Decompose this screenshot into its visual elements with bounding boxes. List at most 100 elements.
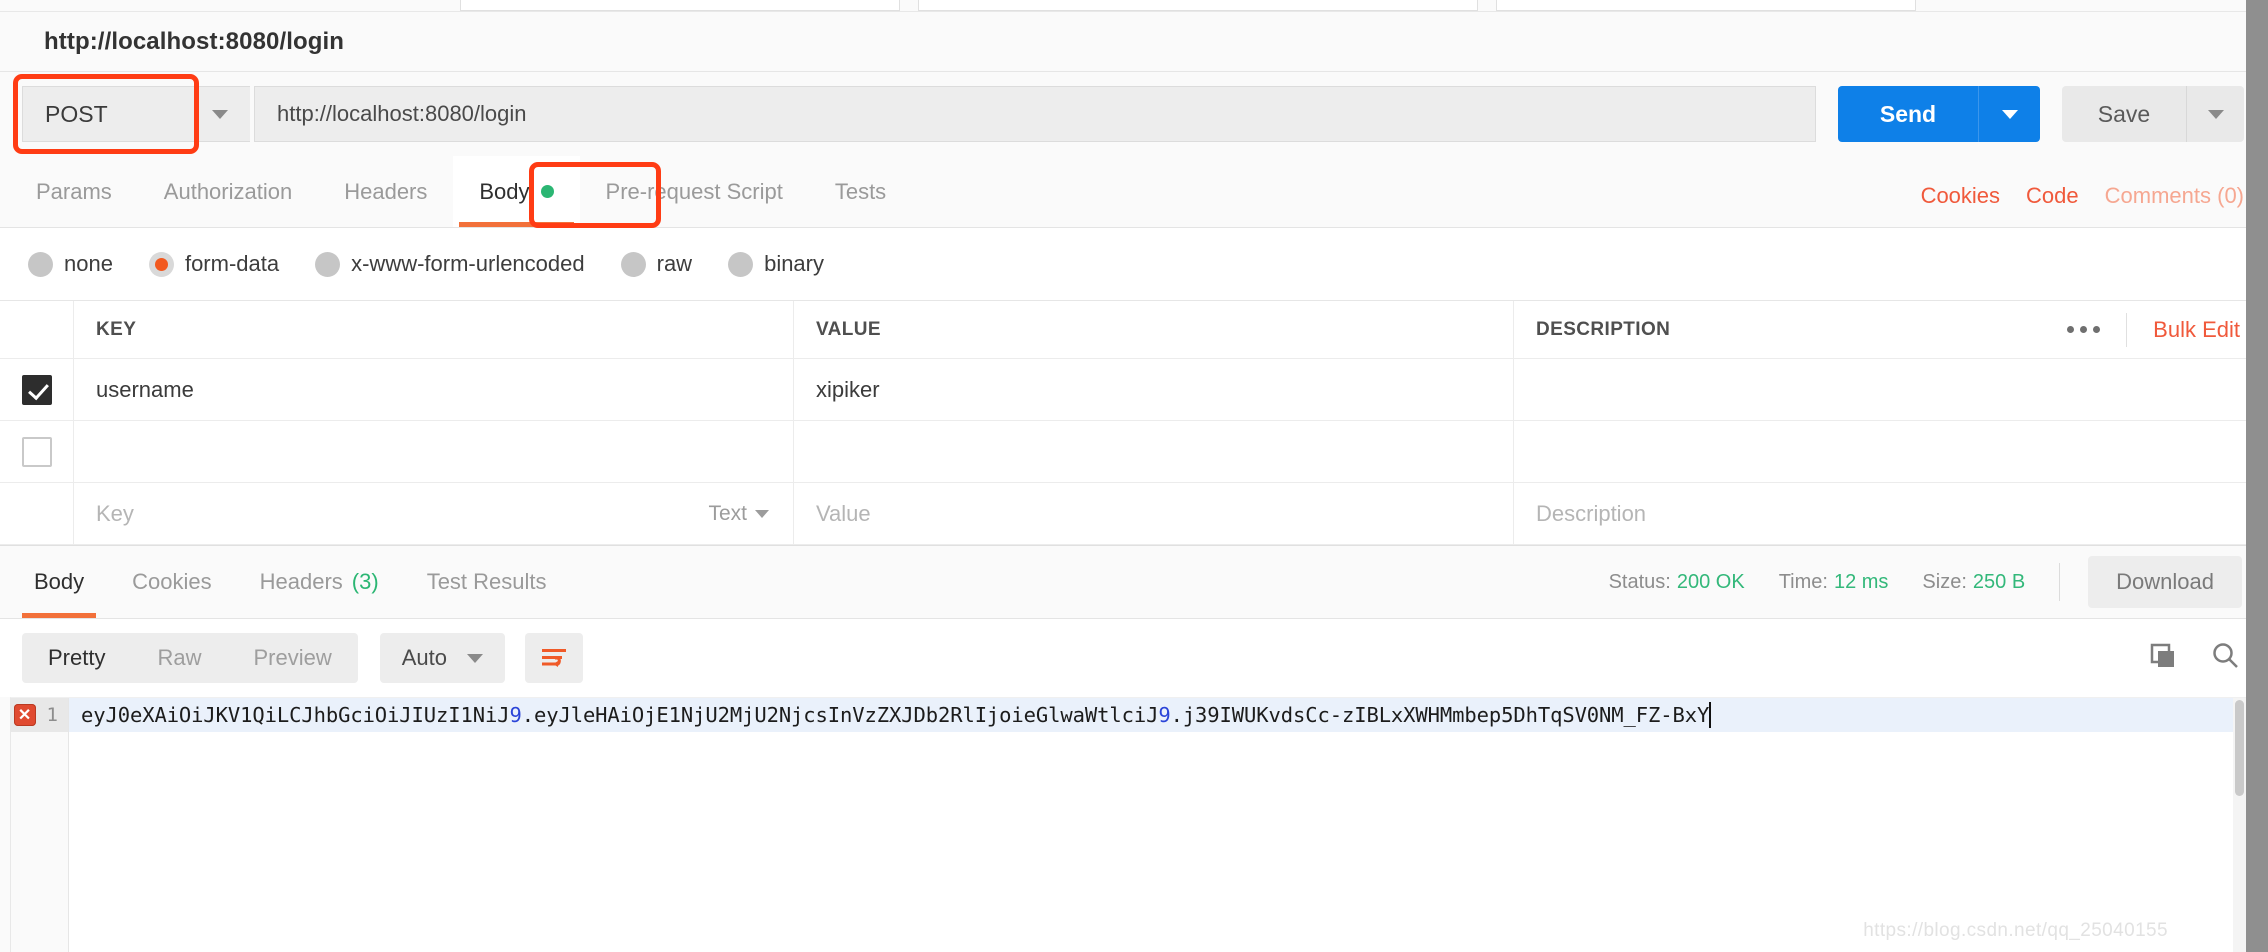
word-wrap-button[interactable] — [525, 633, 583, 683]
checkbox-icon[interactable] — [21, 436, 52, 467]
editor-vertical-scrollbar[interactable] — [2233, 698, 2246, 952]
body-present-indicator-icon — [540, 185, 554, 198]
view-mode-preview[interactable]: Preview — [227, 633, 357, 683]
error-marker-icon[interactable]: ✕ — [13, 704, 36, 726]
view-mode-raw[interactable]: Raw — [131, 633, 227, 683]
radio-icon — [28, 251, 53, 277]
radio-option-x-www-form-urlencoded[interactable]: x-www-form-urlencoded — [315, 251, 585, 277]
radio-label: raw — [656, 251, 693, 276]
time-value: 12 ms — [1833, 570, 1889, 593]
checkbox-checked-icon[interactable] — [21, 374, 52, 405]
radio-selected-icon — [148, 251, 174, 277]
view-mode-pretty[interactable]: Pretty — [22, 633, 131, 683]
editor-content[interactable]: eyJ0eXAiOiJKV1QiLCJhbGciOiJIUzI1NiJ 9 .eyJ… — [69, 698, 2246, 952]
response-tab-cookies[interactable]: Cookies — [108, 546, 235, 618]
format-selector[interactable]: Auto — [379, 633, 505, 683]
value-type-label: Text — [708, 501, 747, 525]
radio-icon — [315, 251, 341, 277]
search-icon[interactable] — [2210, 640, 2242, 677]
format-label: Auto — [401, 645, 447, 670]
tab-label: Headers — [344, 178, 428, 204]
save-button-group: Save — [2062, 86, 2244, 142]
tab-params[interactable]: Params — [10, 156, 138, 227]
word-wrap-icon — [542, 649, 566, 667]
url-bar: POST http://localhost:8080/login Send Sa… — [0, 72, 2268, 156]
view-mode-segmented-control: Pretty Raw Preview — [22, 633, 358, 683]
window-right-edge — [2246, 0, 2268, 952]
tab-label: Params — [36, 178, 112, 204]
copy-icon[interactable] — [2148, 641, 2178, 676]
token-payload-segment: .eyJleHAiOjE1NjU2MjU2NjcsInVzZXJDb2RlIjo… — [521, 703, 1159, 727]
method-value[interactable]: POST — [22, 86, 190, 142]
tab-remnant[interactable] — [460, 0, 900, 11]
request-tabs: Params Authorization Headers Body Pre-re… — [0, 156, 2268, 228]
new-row-checkbox-cell — [0, 483, 74, 544]
url-input[interactable]: http://localhost:8080/login — [254, 86, 1816, 142]
key-input[interactable]: Key — [96, 501, 134, 527]
tab-authorization[interactable]: Authorization — [138, 156, 318, 227]
radio-icon — [728, 251, 754, 277]
send-button[interactable]: Send — [1838, 86, 1978, 142]
send-options-button[interactable] — [1978, 86, 2040, 142]
response-tab-body[interactable]: Body — [10, 546, 108, 618]
cookies-link[interactable]: Cookies — [1921, 183, 2000, 209]
tab-remnant[interactable] — [918, 0, 1478, 11]
radio-option-none[interactable]: none — [28, 251, 113, 277]
headers-count-badge: (3) — [351, 569, 379, 594]
response-tab-headers[interactable]: Headers (3) — [236, 546, 403, 618]
download-button[interactable]: Download — [2088, 556, 2242, 608]
save-button[interactable]: Save — [2062, 86, 2186, 142]
table-new-row[interactable]: Key Text Value Description — [0, 483, 2268, 545]
divider — [2059, 563, 2061, 601]
method-dropdown-toggle[interactable] — [190, 86, 250, 142]
radio-option-form-data[interactable]: form-data — [148, 251, 280, 277]
row-key-value[interactable]: username — [96, 377, 194, 403]
token-separator-1: 9 — [509, 703, 522, 727]
radio-option-raw[interactable]: raw — [620, 251, 693, 277]
value-input[interactable]: Value — [816, 501, 871, 527]
tab-tests[interactable]: Tests — [809, 156, 912, 227]
token-signature-segment: .j39IWUKvdsCc-zIBLxXWHMmbep5DhTqSV0NM_FZ… — [1170, 703, 1710, 727]
tab-label: Authorization — [163, 178, 293, 204]
chevron-down-icon — [755, 509, 769, 518]
table-row[interactable] — [0, 421, 2268, 483]
tab-label: Cookies — [132, 569, 212, 594]
more-options-icon[interactable] — [2041, 312, 2128, 347]
comments-link[interactable]: Comments (0) — [2105, 183, 2244, 209]
token-separator-2: 9 — [1158, 703, 1171, 727]
row-checkbox-cell[interactable] — [0, 421, 74, 482]
radio-option-binary[interactable]: binary — [728, 251, 824, 277]
value-type-selector[interactable]: Text — [708, 502, 793, 526]
form-data-table: KEY VALUE DESCRIPTION Bulk Edit username… — [0, 300, 2268, 545]
column-header-key: KEY — [96, 318, 137, 340]
save-options-button[interactable] — [2186, 86, 2244, 142]
bulk-edit-link[interactable]: Bulk Edit — [2127, 317, 2240, 343]
tab-label: Test Results — [426, 569, 547, 594]
response-tab-test-results[interactable]: Test Results — [403, 546, 571, 618]
size-value: 250 B — [1972, 570, 2026, 593]
row-value-value[interactable]: xipiker — [816, 377, 880, 403]
token-header-segment: eyJ0eXAiOiJKV1QiLCJhbGciOiJIUzI1NiJ — [81, 703, 510, 727]
size-label: Size: — [1922, 570, 1967, 593]
send-button-group: Send — [1838, 86, 2040, 142]
text-cursor — [1709, 702, 1712, 728]
description-input[interactable]: Description — [1536, 501, 1646, 527]
tab-headers[interactable]: Headers — [318, 156, 453, 227]
table-row[interactable]: username xipiker — [0, 359, 2268, 421]
radio-label: form-data — [184, 251, 280, 276]
response-token-line[interactable]: eyJ0eXAiOiJKV1QiLCJhbGciOiJIUzI1NiJ 9 .eyJ… — [69, 698, 2246, 732]
status-indicator: Status: 200 OK — [1609, 571, 1745, 594]
response-body-editor[interactable]: ✕ 1 eyJ0eXAiOiJKV1QiLCJhbGciOiJIUzI1NiJ 9… — [10, 697, 2246, 952]
radio-icon — [620, 251, 646, 277]
method-selector[interactable]: POST — [13, 74, 250, 154]
code-link[interactable]: Code — [2026, 183, 2079, 209]
chevron-down-icon — [2001, 109, 2018, 119]
body-type-radio-group: none form-data x-www-form-urlencoded raw… — [0, 228, 2268, 300]
time-indicator: Time: 12 ms — [1779, 571, 1889, 594]
tab-remnant[interactable] — [1496, 0, 1916, 11]
row-checkbox-cell[interactable] — [0, 359, 74, 420]
radio-label: x-www-form-urlencoded — [351, 251, 585, 276]
tab-pre-request-script[interactable]: Pre-request Script — [580, 156, 809, 227]
tab-body[interactable]: Body — [453, 156, 580, 227]
chevron-down-icon — [2207, 109, 2224, 119]
